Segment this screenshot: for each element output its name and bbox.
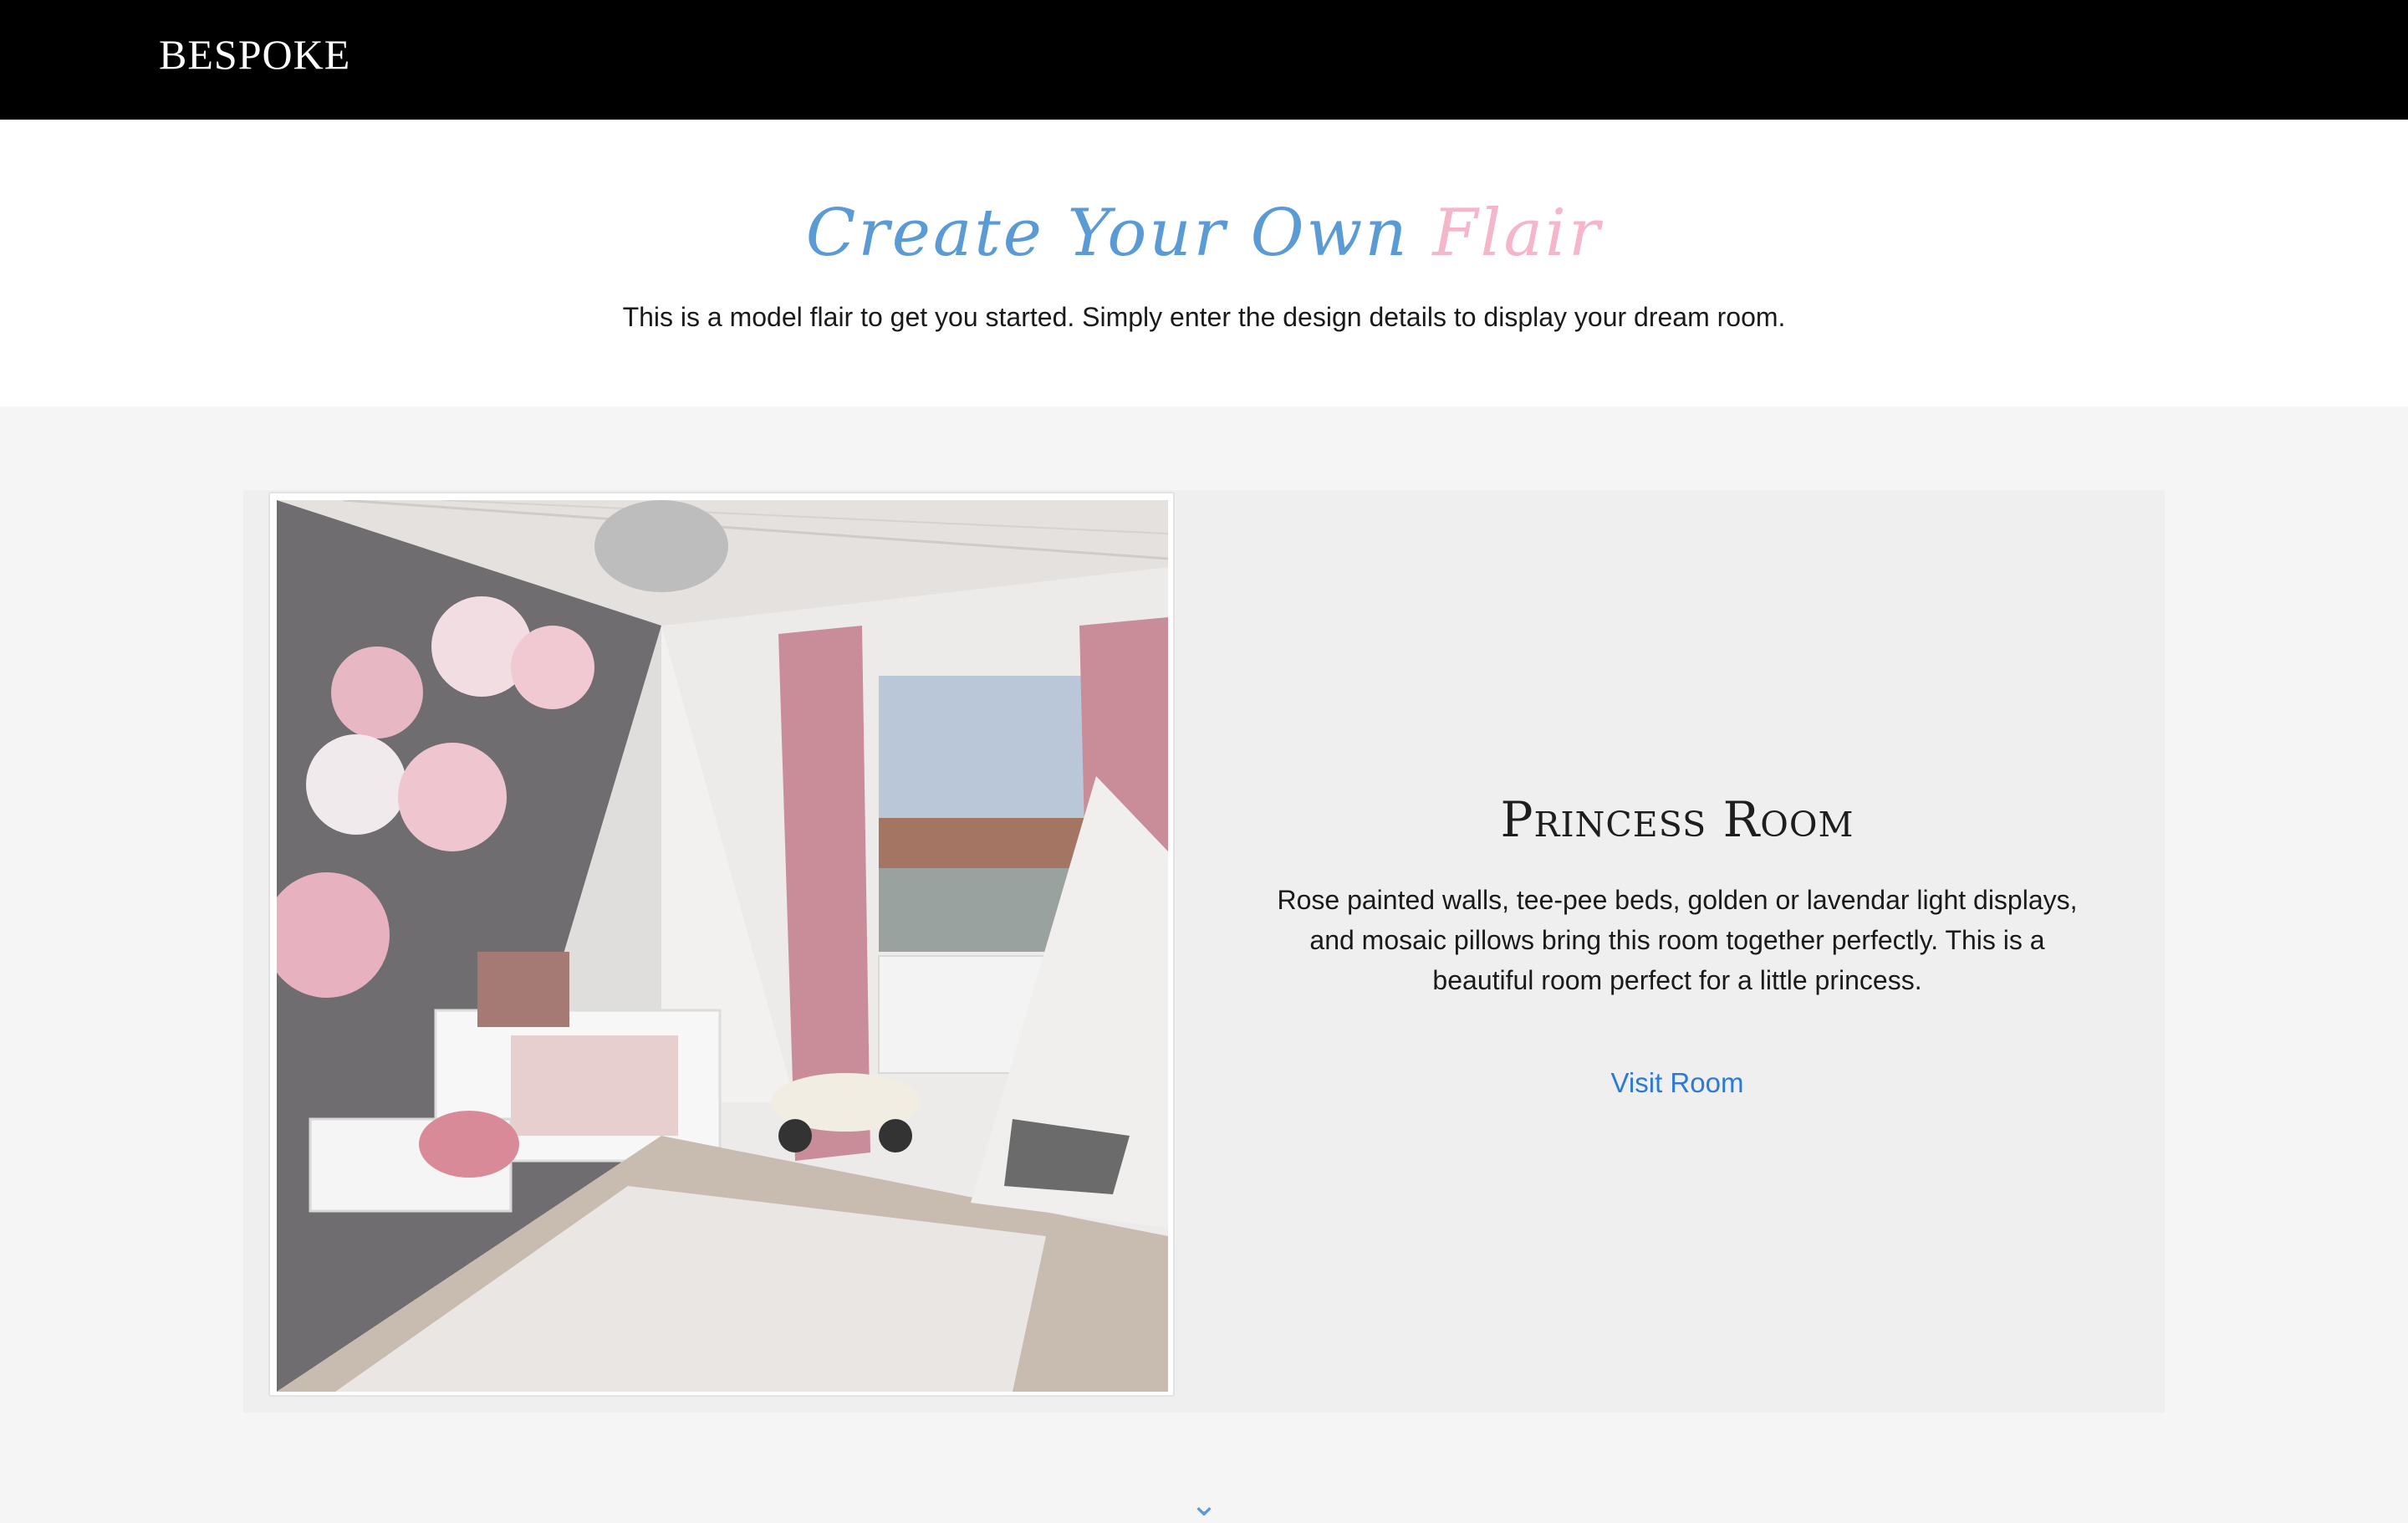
- navbar: BESPOKE: [0, 0, 2408, 120]
- intro-description: This is a model flair to get you started…: [622, 302, 1786, 332]
- visit-room-link[interactable]: Visit Room: [1222, 1067, 2133, 1099]
- room-card: Princess Room Rose painted walls, tee-pe…: [243, 490, 2165, 1413]
- page-title-main: Create Your Own: [805, 196, 1410, 271]
- intro-section: Create Your Own Flair This is a model fl…: [0, 120, 2408, 406]
- room-photo: [277, 500, 1168, 1392]
- page-title-accent: Flair: [1432, 196, 1603, 271]
- page-title: Create Your Own Flair: [0, 195, 2408, 273]
- room-card-body: Princess Room Rose painted walls, tee-pe…: [1222, 490, 2133, 1413]
- brand-logo-link[interactable]: BESPOKE: [159, 30, 350, 79]
- room-title: Princess Room: [1500, 791, 1854, 848]
- scroll-more-icon: ⌄: [1190, 1486, 1218, 1523]
- room-photo-frame: [268, 492, 1175, 1397]
- room-description: Rose painted walls, tee-pee beds, golden…: [1277, 885, 2078, 995]
